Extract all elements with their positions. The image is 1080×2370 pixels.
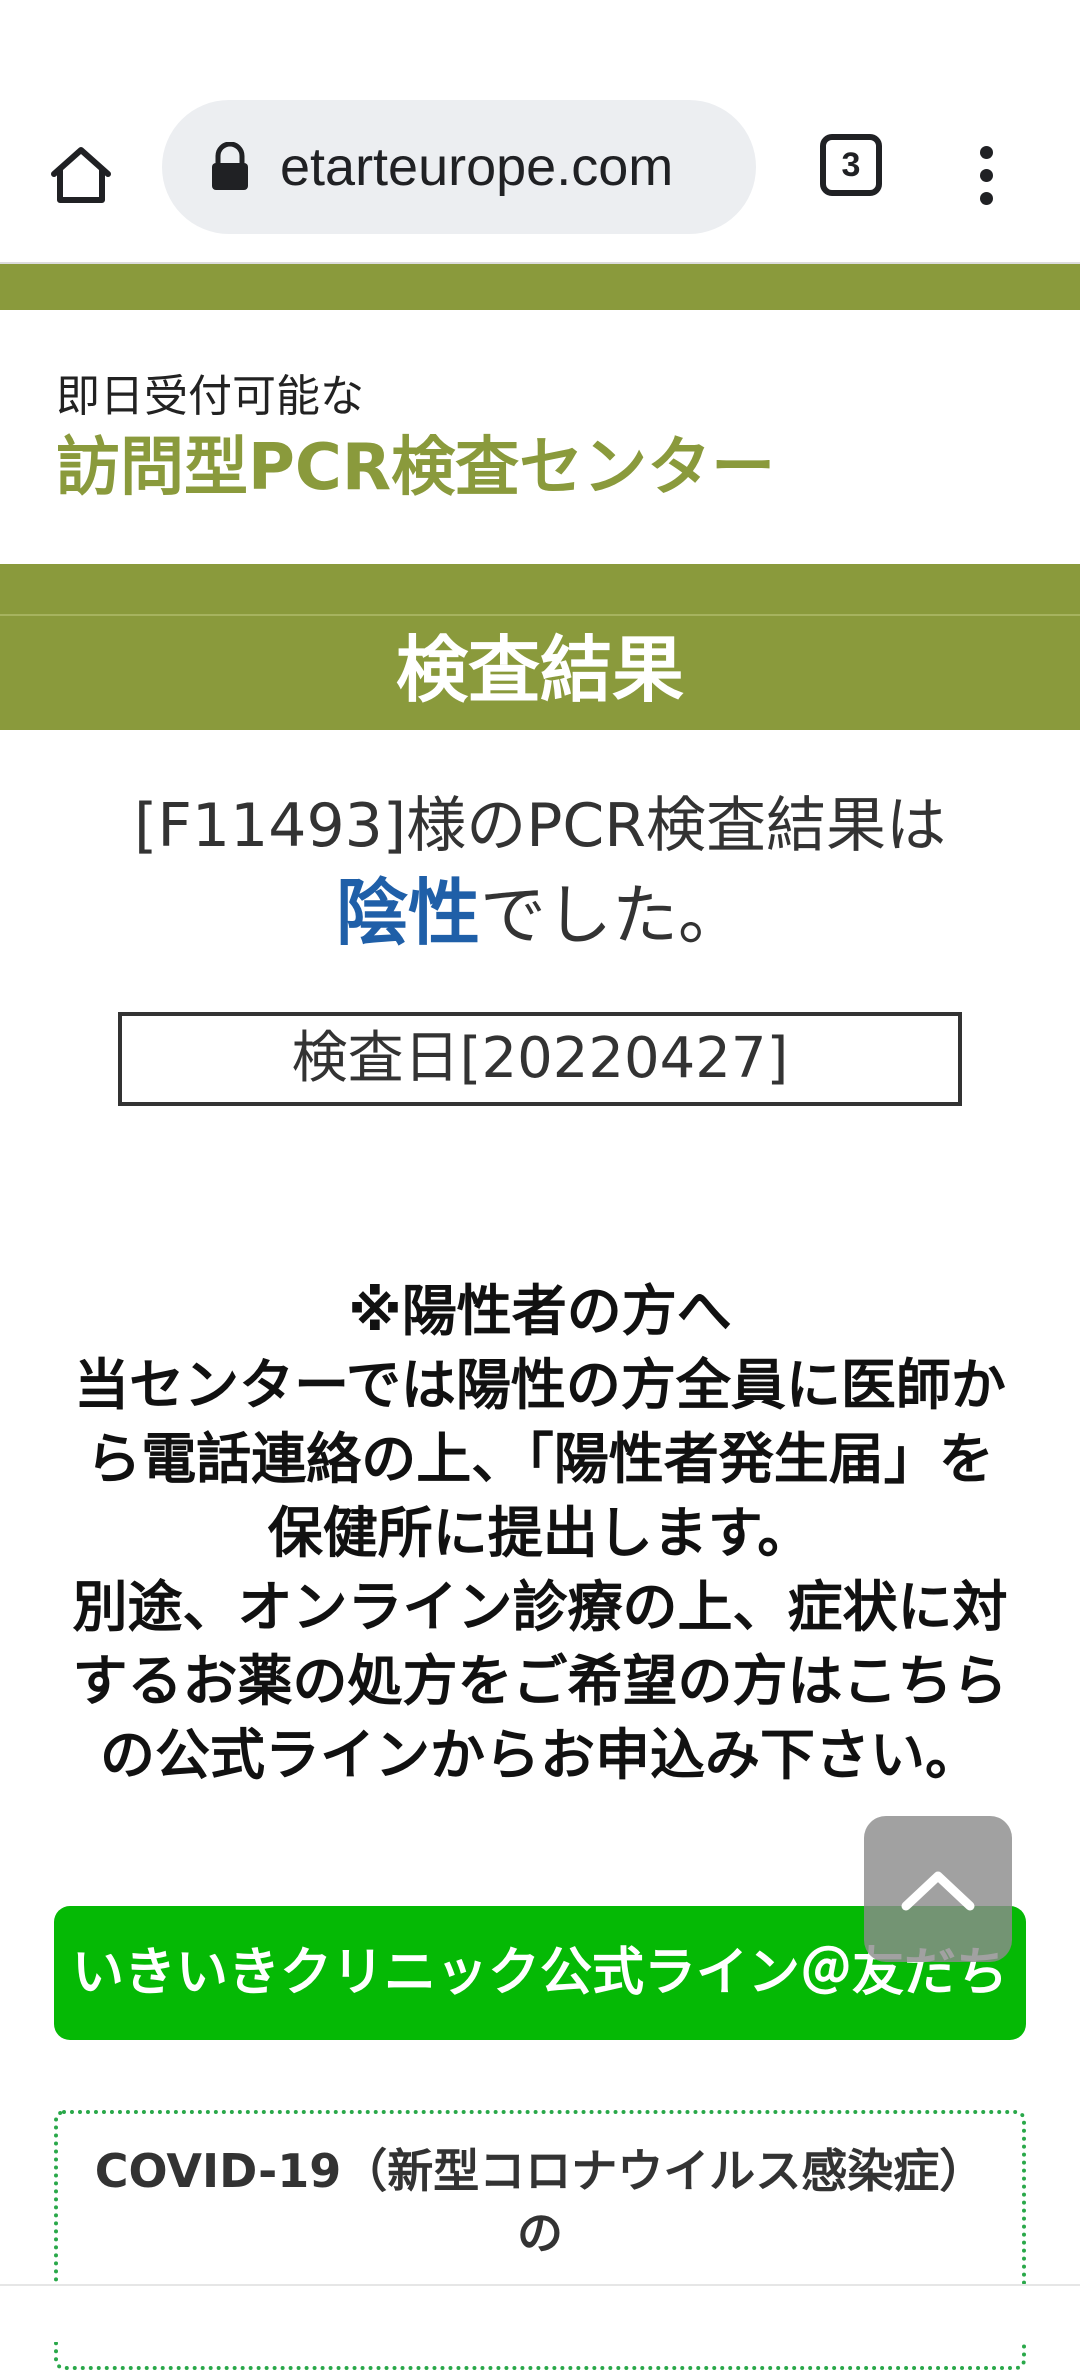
status-bar bbox=[0, 0, 1080, 94]
positive-notice: ※陽性者の方へ 当センターでは陽性の方全員に医師から電話連絡の上、「陽性者発生届… bbox=[60, 1274, 1020, 1792]
covid-info-text: COVID-19（新型コロナウイルス感染症）の bbox=[94, 2144, 986, 2260]
tab-count: 3 bbox=[841, 145, 861, 184]
result-status: 陰性 bbox=[335, 871, 480, 955]
result-text: [F11493]様のPCR検査結果は bbox=[134, 791, 946, 861]
bottom-edge bbox=[0, 2284, 1080, 2342]
home-button[interactable] bbox=[36, 130, 126, 220]
chevron-up-icon bbox=[901, 1871, 975, 1911]
site-header: 即日受付可能な 訪問型PCR検査センター bbox=[56, 370, 775, 508]
home-icon bbox=[51, 147, 111, 203]
url-text[interactable]: etarteurope.com bbox=[280, 100, 756, 234]
site-title[interactable]: 訪問型PCR検査センター bbox=[56, 428, 775, 508]
lock-icon bbox=[212, 142, 248, 190]
scroll-to-top-button[interactable] bbox=[864, 1816, 1012, 1962]
more-vert-icon[interactable] bbox=[966, 130, 1006, 220]
result-status-suffix: でした。 bbox=[480, 877, 744, 954]
notice-body-2: 別途、オンライン診療の上、症状に対するお薬の処方をご希望の方はこちらの公式ライン… bbox=[72, 1575, 1008, 1787]
notice-body-1: 当センターでは陽性の方全員に医師から電話連絡の上、「陽性者発生届」を保健所に提出… bbox=[74, 1353, 1006, 1565]
address-bar[interactable]: etarteurope.com bbox=[162, 100, 756, 234]
result-section-title: 検査結果 bbox=[395, 628, 684, 712]
top-color-band bbox=[0, 264, 1080, 310]
test-date-box: 検査日[20220427] bbox=[118, 1012, 962, 1106]
notice-heading: ※陽性者の方へ bbox=[348, 1279, 732, 1343]
browser-toolbar: etarteurope.com 3 bbox=[0, 94, 1080, 264]
tabs-button[interactable]: 3 bbox=[820, 134, 882, 196]
result-section-header: 検査結果 bbox=[0, 564, 1080, 730]
result-status-line: 陰性でした。 bbox=[0, 870, 1080, 959]
header-subtitle: 即日受付可能な bbox=[56, 371, 364, 422]
